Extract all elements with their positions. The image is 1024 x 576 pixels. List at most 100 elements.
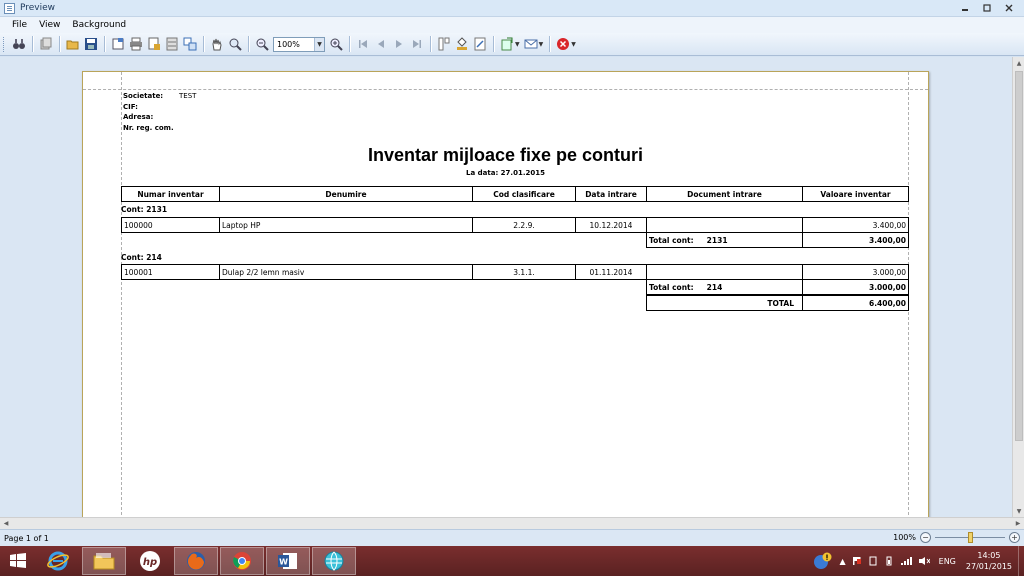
open-button[interactable] <box>65 36 81 52</box>
print-button[interactable] <box>128 36 144 52</box>
save-icon <box>85 38 97 50</box>
zoom-out-button[interactable] <box>254 36 270 52</box>
email-button[interactable] <box>523 36 539 52</box>
zoom-slider-knob[interactable] <box>968 532 973 543</box>
close-preview-button[interactable] <box>555 36 571 52</box>
table-cell: 01.11.2014 <box>575 264 647 280</box>
notification-warning-icon[interactable] <box>813 552 833 570</box>
show-desktop-button[interactable] <box>1018 546 1024 576</box>
zoom-combobox[interactable]: 100% ▼ <box>273 36 325 52</box>
chevron-down-icon[interactable]: ▼ <box>314 37 324 51</box>
close-dropdown-arrow[interactable]: ▼ <box>571 41 576 48</box>
clock-time: 14:05 <box>977 551 1001 560</box>
toolbar-separator <box>248 36 249 52</box>
taskbar-file-explorer[interactable] <box>82 547 126 575</box>
last-page-button[interactable] <box>409 36 425 52</box>
scroll-left-icon[interactable]: ◀ <box>0 518 12 529</box>
scale-button[interactable] <box>182 36 198 52</box>
scrollbar-thumb[interactable] <box>1015 71 1023 441</box>
first-page-button[interactable] <box>355 36 371 52</box>
magnifier-icon <box>229 38 242 51</box>
chrome-icon <box>233 552 251 570</box>
page-setup-icon <box>112 38 124 50</box>
input-language[interactable]: ENG <box>939 557 956 566</box>
close-button[interactable] <box>998 1 1020 15</box>
menu-view[interactable]: View <box>33 20 66 30</box>
margin-guide-top <box>83 89 928 90</box>
column-header: Data intrare <box>575 186 647 202</box>
device-icon[interactable] <box>868 556 878 566</box>
toolbar-separator <box>59 36 60 52</box>
taskbar-internet-explorer[interactable] <box>36 547 80 575</box>
binoculars-icon <box>13 39 25 49</box>
system-clock[interactable]: 14:05 27/01/2015 <box>966 550 1012 572</box>
report-title: Inventar mijloace fixe pe conturi <box>367 145 644 165</box>
zoom-slider[interactable] <box>935 531 1005 544</box>
folder-open-icon <box>66 40 79 50</box>
show-hidden-icons-icon[interactable]: ▲ <box>839 557 845 566</box>
background-color-button[interactable] <box>454 36 470 52</box>
menu-bar: File View Background <box>0 17 1024 33</box>
minimize-button[interactable] <box>954 1 976 15</box>
start-button[interactable] <box>0 546 36 576</box>
subtotal-label: Total cont: 2131 <box>646 232 803 248</box>
report-date: La data: 27.01.2015 <box>466 169 545 177</box>
vertical-scrollbar[interactable]: ▲ ▼ <box>1012 57 1024 517</box>
pages-button[interactable] <box>38 36 54 52</box>
hp-logo-icon: hp <box>140 551 160 571</box>
email-dropdown-arrow[interactable]: ▼ <box>539 41 544 48</box>
volume-icon[interactable] <box>918 556 930 566</box>
horizontal-scrollbar[interactable]: ◀ ▶ <box>0 517 1024 529</box>
table-cell: Laptop HP <box>219 217 473 233</box>
scroll-up-icon[interactable]: ▲ <box>1013 57 1024 69</box>
company-label: CIF: <box>123 102 138 111</box>
toolbar-separator <box>203 36 204 52</box>
multiple-pages-button[interactable] <box>436 36 452 52</box>
previous-page-button[interactable] <box>373 36 389 52</box>
scroll-right-icon[interactable]: ▶ <box>1012 518 1024 529</box>
column-header: Denumire <box>219 186 473 202</box>
column-header: Numar inventar <box>121 186 220 202</box>
column-header: Valoare inventar <box>802 186 909 202</box>
quick-print-button[interactable] <box>146 36 162 52</box>
menu-background[interactable]: Background <box>66 20 132 30</box>
taskbar-firefox[interactable] <box>174 547 218 575</box>
taskbar-word[interactable]: W <box>266 547 310 575</box>
taskbar-active-app[interactable] <box>312 547 356 575</box>
watermark-button[interactable] <box>472 36 488 52</box>
toolbar-grip[interactable] <box>3 36 6 52</box>
close-circle-icon <box>557 38 570 50</box>
paint-bucket-icon <box>457 37 467 50</box>
watermark-icon <box>474 37 486 51</box>
power-icon[interactable] <box>884 556 894 566</box>
table-cell: 100000 <box>121 217 220 233</box>
taskbar-hp[interactable]: hp <box>128 547 172 575</box>
magnifier-button[interactable] <box>227 36 243 52</box>
maximize-button[interactable] <box>976 1 998 15</box>
hand-tool-button[interactable] <box>209 36 225 52</box>
scroll-down-icon[interactable]: ▼ <box>1013 505 1024 517</box>
page-setup-button[interactable] <box>110 36 126 52</box>
action-center-flag-icon[interactable] <box>852 556 862 566</box>
grand-total-label: TOTAL <box>646 295 803 311</box>
previous-page-icon <box>378 40 384 48</box>
svg-text:hp: hp <box>143 557 157 568</box>
margin-guide-left <box>121 72 122 530</box>
menu-file[interactable]: File <box>6 20 33 30</box>
grand-total-value: 6.400,00 <box>802 295 909 311</box>
save-button[interactable] <box>83 36 99 52</box>
zoom-in-button[interactable] <box>328 36 344 52</box>
printer-icon <box>130 37 142 51</box>
taskbar-chrome[interactable] <box>220 547 264 575</box>
network-signal-icon[interactable] <box>900 556 912 566</box>
zoom-out-button[interactable]: − <box>920 532 931 543</box>
clock-date: 27/01/2015 <box>965 562 1012 571</box>
find-button[interactable] <box>11 36 27 52</box>
export-button[interactable] <box>499 36 515 52</box>
windows-logo-icon <box>10 553 26 568</box>
zoom-in-button[interactable]: + <box>1009 532 1020 543</box>
layout-button[interactable] <box>164 36 180 52</box>
next-page-button[interactable] <box>391 36 407 52</box>
zoom-percent: 100% <box>893 533 916 542</box>
export-dropdown-arrow[interactable]: ▼ <box>515 41 520 48</box>
